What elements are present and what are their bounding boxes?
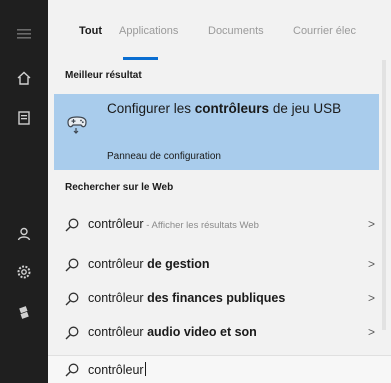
search-icon — [65, 326, 79, 340]
best-match-heading: Meilleur résultat — [65, 70, 142, 81]
home-icon[interactable] — [0, 58, 48, 98]
text-caret — [144, 362, 146, 376]
web-result-item[interactable]: contrôleur - Afficher les résultats Web … — [54, 210, 379, 240]
search-input-value: contrôleur — [88, 362, 146, 377]
web-result-label: contrôleur audio video et son — [88, 325, 257, 339]
settings-icon[interactable] — [0, 252, 48, 292]
web-result-item[interactable]: contrôleur des finances publiques > — [54, 284, 379, 314]
best-match-title: Configurer les contrôleurs de jeu USB — [107, 101, 342, 116]
web-search-heading: Rechercher sur le Web — [65, 182, 174, 193]
search-icon — [65, 258, 79, 272]
best-match-subtitle: Panneau de configuration — [107, 151, 221, 162]
chevron-right-icon[interactable]: > — [368, 257, 375, 271]
chevron-right-icon[interactable]: > — [368, 217, 375, 231]
tab-applications[interactable]: Applications — [119, 25, 178, 37]
documents-icon[interactable] — [0, 98, 48, 138]
web-result-label: contrôleur - Afficher les résultats Web — [88, 217, 259, 231]
search-icon — [65, 292, 79, 306]
tab-mail[interactable]: Courrier élec — [293, 25, 356, 37]
account-icon[interactable] — [0, 214, 48, 254]
chevron-right-icon[interactable]: > — [368, 291, 375, 305]
filter-tabs: Tout Applications Documents Courrier éle… — [48, 0, 391, 60]
web-result-label: contrôleur des finances publiques — [88, 291, 286, 305]
web-result-item[interactable]: contrôleur audio video et son > — [54, 318, 379, 348]
search-input[interactable]: contrôleur — [48, 355, 391, 383]
tab-documents[interactable]: Documents — [208, 25, 264, 37]
search-icon — [65, 218, 79, 232]
power-icon[interactable] — [0, 292, 48, 332]
left-rail — [0, 0, 48, 383]
chevron-right-icon[interactable]: > — [368, 325, 375, 339]
scrollbar[interactable] — [382, 60, 386, 330]
search-icon — [65, 363, 79, 377]
tab-all[interactable]: Tout — [79, 25, 102, 37]
web-result-item[interactable]: contrôleur de gestion > — [54, 250, 379, 280]
menu-icon[interactable] — [0, 14, 48, 54]
web-result-label: contrôleur de gestion — [88, 257, 210, 271]
game-controller-icon — [67, 116, 87, 134]
